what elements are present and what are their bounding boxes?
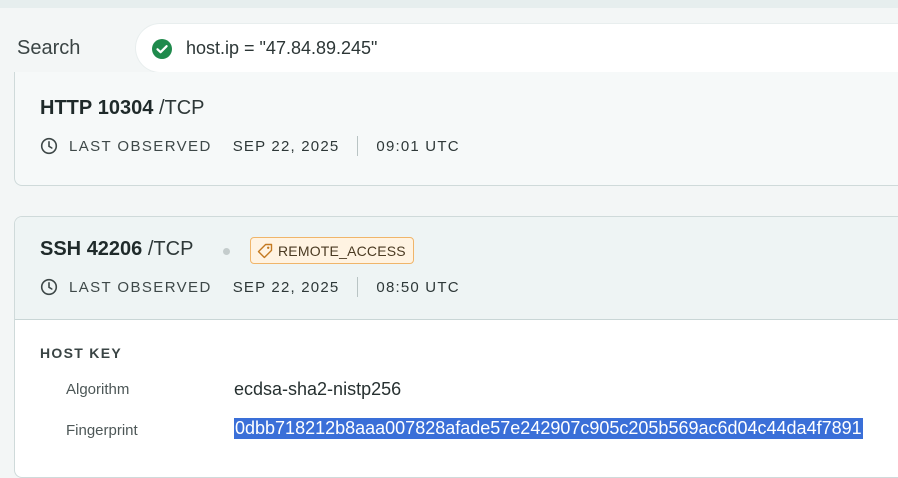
last-observed-date: SEP 22, 2025 — [232, 137, 340, 155]
algorithm-key: Algorithm — [66, 381, 130, 398]
tag-icon — [257, 243, 273, 258]
search-bar[interactable] — [136, 24, 898, 72]
divider — [357, 136, 359, 156]
service-card-ssh: SSH 42206 /TCP REMOTE_ACCESS LAST OBSERV… — [14, 216, 898, 478]
algorithm-value: ecdsa-sha2-nistp256 — [234, 379, 402, 399]
service-name: HTTP — [40, 97, 93, 119]
fingerprint-key: Fingerprint — [66, 422, 138, 439]
service-port: 10304 — [97, 97, 154, 119]
service-name: SSH — [40, 238, 82, 260]
last-observed-row: LAST OBSERVED SEP 22, 2025 08:50 UTC — [40, 277, 460, 297]
last-observed-label: LAST OBSERVED — [69, 137, 212, 155]
tag-badge[interactable]: REMOTE_ACCESS — [250, 237, 414, 264]
tag-label: REMOTE_ACCESS — [278, 242, 406, 259]
last-observed-time: 09:01 UTC — [376, 137, 460, 155]
service-card-header: SSH 42206 /TCP REMOTE_ACCESS LAST OBSERV… — [15, 217, 898, 320]
check-circle-icon — [152, 39, 172, 59]
last-observed-date: SEP 22, 2025 — [232, 278, 340, 296]
service-protocol: /TCP — [147, 238, 194, 260]
service-port: 42206 — [86, 238, 143, 260]
top-strip — [0, 0, 898, 8]
clock-icon — [40, 278, 58, 296]
service-title[interactable]: SSH 42206 /TCP — [40, 238, 193, 261]
service-protocol: /TCP — [158, 97, 205, 119]
divider — [357, 277, 359, 297]
last-observed-time: 08:50 UTC — [376, 278, 460, 296]
last-observed-row: LAST OBSERVED SEP 22, 2025 09:01 UTC — [40, 136, 460, 156]
fingerprint-value[interactable]: 0dbb718212b8aaa007828afade57e242907c905c… — [234, 418, 863, 439]
search-input[interactable] — [186, 37, 786, 59]
host-key-title: HOST KEY — [40, 345, 122, 361]
clock-icon — [40, 137, 58, 155]
search-label: Search — [17, 37, 81, 59]
service-title[interactable]: HTTP 10304 /TCP — [40, 97, 205, 120]
separator-dot — [223, 248, 230, 255]
service-card-http: HTTP 10304 /TCP LAST OBSERVED SEP 22, 20… — [14, 72, 898, 186]
last-observed-label: LAST OBSERVED — [69, 278, 212, 296]
